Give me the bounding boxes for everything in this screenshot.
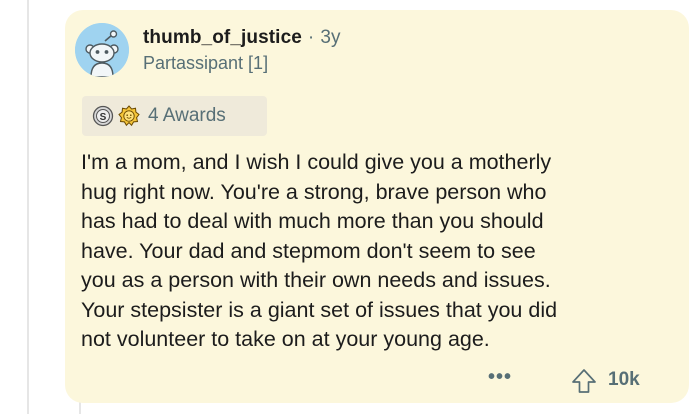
silver-award-icon: S <box>92 105 114 127</box>
comment-body-line: not volunteer to take on at your young a… <box>81 327 490 351</box>
awards-count: 4 Awards <box>148 105 226 126</box>
thread-line <box>27 0 29 414</box>
wholesome-award-icon <box>118 105 140 127</box>
comment-header: thumb_of_justice · 3y <box>143 27 341 49</box>
svg-text:S: S <box>100 112 107 123</box>
header-separator: · <box>307 27 315 48</box>
upvote-button[interactable] <box>570 367 598 395</box>
snoo-avatar-icon <box>75 23 129 77</box>
comment-body: I'm a mom, and I wish I could give you a… <box>81 148 681 355</box>
comment-body-line: have. Your dad and stepmom don't seem to… <box>81 238 536 263</box>
comment-body-line: Your stepsister is a giant set of issues… <box>81 297 558 322</box>
more-options-button[interactable]: ••• <box>488 366 512 389</box>
username-link[interactable]: thumb_of_justice <box>143 27 302 48</box>
avatar[interactable] <box>75 23 129 77</box>
upvote-arrow-icon <box>572 369 596 393</box>
comment-body-line: you as a person with their own needs and… <box>81 268 551 292</box>
user-flair: Partassipant [1] <box>143 53 269 73</box>
comment-card: thumb_of_justice · 3y Partassipant [1] S 4… <box>65 10 689 403</box>
comment-body-line: I'm a mom, and I wish I could give you a… <box>81 150 552 174</box>
comment-body-line: has had to deal with much more than you … <box>81 209 544 233</box>
comment-body-line: hug right now. You're a strong, brave pe… <box>81 179 547 204</box>
comment-age: 3y <box>320 27 341 48</box>
vote-score: 10k <box>608 369 640 390</box>
awards-badge[interactable]: S 4 Awards <box>82 96 267 136</box>
